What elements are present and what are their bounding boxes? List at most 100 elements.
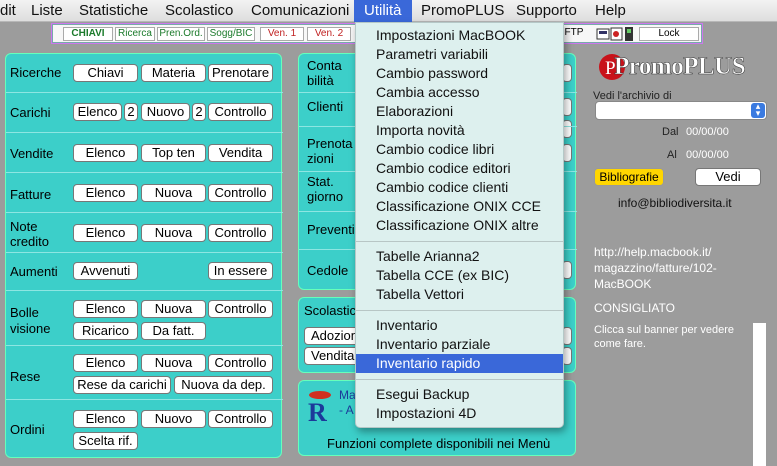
menu-supporto[interactable]: Supporto — [516, 2, 577, 19]
menu-help[interactable]: Help — [595, 2, 626, 19]
menu-promoplus[interactable]: PromoPLUS — [421, 2, 504, 19]
bolle-ricarico-button[interactable]: Ricarico — [73, 322, 138, 340]
svg-text:R: R — [308, 398, 327, 423]
toolbar-sogg-bic[interactable]: Sogg/BIC — [207, 27, 255, 41]
dal-value[interactable]: 00/00/00 — [686, 126, 729, 138]
row-vendite: Vendite Elenco Top ten Vendita — [6, 132, 283, 172]
label-zioni: zioni — [307, 151, 334, 166]
carichi-nuovo-count[interactable]: 2 — [192, 103, 206, 121]
bolle-nuova-button[interactable]: Nuova — [141, 300, 206, 318]
hint-line1: Clicca sul banner per vedere — [594, 324, 735, 336]
toolbar-ricerca[interactable]: Ricerca — [115, 27, 155, 41]
fatture-controllo-button[interactable]: Controllo — [208, 184, 273, 202]
bolle-controllo-button[interactable]: Controllo — [208, 300, 273, 318]
menu-item-classificazione-onix-altre[interactable]: Classificazione ONIX altre — [356, 216, 563, 235]
al-value[interactable]: 00/00/00 — [686, 149, 729, 161]
bibliografie-button[interactable]: Bibliografie — [594, 168, 664, 186]
menu-item-cambio-codice-clienti[interactable]: Cambio codice clienti — [356, 178, 563, 197]
bolle-da-fatt-button[interactable]: Da fatt. — [141, 322, 206, 340]
menu-liste[interactable]: Liste — [31, 2, 63, 19]
menu-item-classificazione-onix-cce[interactable]: Classificazione ONIX CCE — [356, 197, 563, 216]
menu-item-inventario-rapido[interactable]: Inventario rapido — [356, 354, 563, 373]
vendite-elenco-button[interactable]: Elenco — [73, 144, 138, 162]
url-line2[interactable]: magazzino/fatture/102- — [594, 261, 717, 275]
ricerche-prenotare-button[interactable]: Prenotare — [208, 64, 273, 82]
banner-scroll-area[interactable] — [753, 323, 766, 466]
aumenti-avvenuti-button[interactable]: Avvenuti — [73, 262, 138, 280]
fatture-nuova-button[interactable]: Nuova — [141, 184, 206, 202]
banner-line2: - A — [339, 403, 354, 417]
toolbar-chiavi[interactable]: CHIAVI — [63, 27, 113, 41]
ordini-controllo-button[interactable]: Controllo — [208, 410, 273, 428]
ricerche-chiavi-button[interactable]: Chiavi — [73, 64, 138, 82]
archive-select[interactable]: ▴ ▾ — [595, 101, 767, 120]
menu-item-inventario[interactable]: Inventario — [356, 316, 563, 335]
menu-edit[interactable]: dit — [0, 2, 16, 19]
url-line3[interactable]: MacBOOK — [594, 277, 651, 291]
bolle-elenco-button[interactable]: Elenco — [73, 300, 138, 318]
menu-item-tabella-cce[interactable]: Tabella CCE (ex BIC) — [356, 266, 563, 285]
rese-nuova-button[interactable]: Nuova — [141, 354, 206, 372]
menu-scolastico[interactable]: Scolastico — [165, 2, 233, 19]
menu-item-elaborazioni[interactable]: Elaborazioni — [356, 102, 563, 121]
menu-separator — [356, 379, 563, 380]
email-link[interactable]: info@bibliodiversita.it — [618, 196, 732, 210]
row-aumenti: Aumenti Avvenuti In essere — [6, 252, 283, 290]
toolbar-lock[interactable]: Lock — [639, 27, 699, 41]
menu-item-tabella-vettori[interactable]: Tabella Vettori — [356, 285, 563, 304]
fatture-elenco-button[interactable]: Elenco — [73, 184, 138, 202]
utilita-dropdown-menu: Impostazioni MacBOOK Parametri variabili… — [355, 22, 564, 428]
rese-nuova-da-dep-button[interactable]: Nuova da dep. — [174, 376, 273, 394]
url-line1[interactable]: http://help.macbook.it/ — [594, 245, 711, 259]
vendite-top-ten-button[interactable]: Top ten — [141, 144, 206, 162]
row-note-credito: Note credito Elenco Nuova Controllo — [6, 212, 283, 252]
toolbar-tools-icon[interactable] — [596, 26, 636, 42]
menu-item-impostazioni-4d[interactable]: Impostazioni 4D — [356, 404, 563, 423]
rese-controllo-button[interactable]: Controllo — [208, 354, 273, 372]
menu-item-cambio-codice-libri[interactable]: Cambio codice libri — [356, 140, 563, 159]
carichi-nuovo-button[interactable]: Nuovo — [141, 103, 190, 121]
right-sidebar: P PromoPLUS Vedi l'archivio di ▴ ▾ Dal 00… — [588, 45, 777, 466]
label-carichi: Carichi — [10, 105, 51, 120]
menu-item-esegui-backup[interactable]: Esegui Backup — [356, 385, 563, 404]
menu-item-parametri-variabili[interactable]: Parametri variabili — [356, 45, 563, 64]
menu-item-cambio-codice-editori[interactable]: Cambio codice editori — [356, 159, 563, 178]
label-giorno: giorno — [307, 189, 344, 204]
menu-separator — [356, 241, 563, 242]
rese-da-carichi-button[interactable]: Rese da carichi — [73, 376, 171, 394]
row-rese: Rese Elenco Nuova Controllo Rese da cari… — [6, 345, 283, 399]
note-controllo-button[interactable]: Controllo — [208, 224, 273, 242]
label-bilita: bilità — [307, 73, 334, 88]
carichi-controllo-button[interactable]: Controllo — [208, 103, 273, 121]
menu-item-cambio-password[interactable]: Cambio password — [356, 64, 563, 83]
ricerche-materia-button[interactable]: Materia — [141, 64, 206, 82]
carichi-elenco-count[interactable]: 2 — [124, 103, 138, 121]
menu-item-importa-novita[interactable]: Importa novità — [356, 121, 563, 140]
menu-item-impostazioni-macbook[interactable]: Impostazioni MacBOOK — [356, 26, 563, 45]
menu-comunicazioni[interactable]: Comunicazioni — [251, 2, 349, 19]
toolbar-ven1[interactable]: Ven. 1 — [260, 27, 304, 41]
carichi-elenco-button[interactable]: Elenco — [73, 103, 122, 121]
ordini-scelta-rif-button[interactable]: Scelta rif. — [73, 432, 138, 450]
promoplus-logo-text: PromoPLUS — [614, 53, 746, 81]
toolbar-ftp[interactable]: FTP — [562, 27, 586, 41]
hint-line2: come fare. — [594, 338, 646, 350]
ordini-nuovo-button[interactable]: Nuovo — [141, 410, 206, 428]
rese-elenco-button[interactable]: Elenco — [73, 354, 138, 372]
vedi-button[interactable]: Vedi — [695, 168, 761, 186]
ordini-elenco-button[interactable]: Elenco — [73, 410, 138, 428]
menu-item-cambia-accesso[interactable]: Cambia accesso — [356, 83, 563, 102]
row-ordini: Ordini Elenco Nuovo Controllo Scelta rif… — [6, 399, 283, 457]
note-elenco-button[interactable]: Elenco — [73, 224, 138, 242]
aumenti-in-essere-button[interactable]: In essere — [208, 262, 273, 280]
vendite-vendita-button[interactable]: Vendita — [208, 144, 273, 162]
note-nuova-button[interactable]: Nuova — [141, 224, 206, 242]
menu-utilita[interactable]: Utilità — [354, 0, 412, 22]
menu-item-tabelle-arianna2[interactable]: Tabelle Arianna2 — [356, 247, 563, 266]
banner-line1: Ma — [339, 388, 356, 402]
toolbar-ven2[interactable]: Ven. 2 — [307, 27, 351, 41]
dal-label: Dal — [662, 126, 679, 138]
menu-item-inventario-parziale[interactable]: Inventario parziale — [356, 335, 563, 354]
menu-statistiche[interactable]: Statistiche — [79, 2, 148, 19]
toolbar-pren-ord[interactable]: Pren.Ord. — [157, 27, 205, 41]
